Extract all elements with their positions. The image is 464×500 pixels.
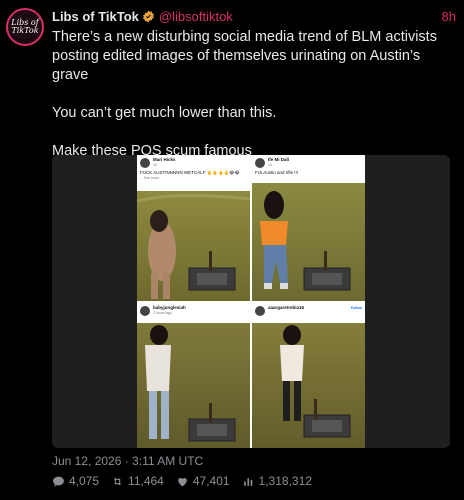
tweet-text: There’s a new disturbing social media tr… — [52, 28, 452, 161]
retweet-icon — [113, 477, 122, 485]
collage-panel: aaargaretrebia16 Follow — [252, 303, 365, 448]
reply-button[interactable]: 4,075 — [52, 474, 99, 488]
views-icon — [243, 477, 252, 486]
avatar — [255, 306, 265, 316]
collage-panel: babyjunglesiah 2 hours ago — [137, 303, 250, 448]
display-name[interactable]: Libs of TikTok — [52, 9, 139, 24]
follow-button: Follow — [350, 306, 362, 310]
post-caption: Fck Austin and rifle !!! — [255, 170, 299, 175]
post-meta: 1h · — [153, 163, 160, 167]
grave-photo — [137, 323, 250, 448]
engagement-bar: 4,075 11,464 47,401 1,318,312 — [52, 474, 324, 488]
avatar-logo-text: Libs of TikTok — [11, 18, 39, 35]
tweet-media[interactable]: Mari Hicks 1h · FUCK AUSTINNNNN WETCALF … — [52, 155, 450, 448]
post-header: babyjunglesiah 2 hours ago — [137, 303, 250, 323]
post-header: aaargaretrebia16 Follow — [252, 303, 365, 323]
post-meta: 1h · — [268, 163, 275, 167]
reply-count: 4,075 — [69, 474, 100, 488]
poster-name: Ife Mi Dali — [268, 157, 290, 162]
collage-panel: Ife Mi Dali 1h · Fck Austin and rifle !!… — [252, 155, 365, 301]
like-button[interactable]: 47,401 — [176, 474, 230, 488]
tweet: Libs of TikTok Libs of TikTok @libsoftik… — [0, 0, 464, 500]
grave-photo — [252, 323, 365, 448]
verified-badge-icon — [143, 10, 154, 22]
image-collage[interactable]: Mari Hicks 1h · FUCK AUSTINNNNN WETCALF … — [137, 155, 365, 448]
poster-name: babyjunglesiah — [153, 305, 186, 310]
poster-name: aaargaretrebia16 — [268, 305, 305, 310]
poster-name: Mari Hicks — [153, 157, 176, 162]
tweet-paragraph: There’s a new disturbing social media tr… — [52, 29, 437, 83]
see-more-link: ... See more — [140, 176, 160, 180]
retweet-count: 11,464 — [128, 474, 164, 488]
views-button[interactable]: 1,318,312 — [242, 474, 312, 488]
handle[interactable]: @libsoftiktok — [159, 9, 233, 24]
time-ago[interactable]: 8h — [442, 9, 456, 24]
avatar — [140, 306, 150, 316]
avatar — [255, 158, 265, 168]
avatar — [140, 158, 150, 168]
avatar[interactable]: Libs of TikTok — [6, 8, 44, 46]
tweet-paragraph: You can’t get much lower than this. — [52, 105, 277, 121]
reply-icon — [53, 476, 64, 486]
post-meta: 2 hours ago — [153, 311, 172, 315]
like-count: 47,401 — [192, 474, 230, 488]
like-icon — [178, 477, 187, 486]
post-header: Mari Hicks 1h · FUCK AUSTINNNNN WETCALF … — [137, 155, 250, 193]
views-count: 1,318,312 — [258, 474, 312, 488]
collage-panel: Mari Hicks 1h · FUCK AUSTINNNNN WETCALF … — [137, 155, 250, 301]
grave-photo — [252, 183, 365, 301]
grave-photo — [137, 191, 250, 301]
retweet-button[interactable]: 11,464 — [111, 474, 164, 488]
tweet-header: Libs of TikTok @libsoftiktok 8h — [52, 7, 456, 25]
timestamp[interactable]: Jun 12, 2026 · 3:11 AM UTC — [52, 454, 203, 468]
